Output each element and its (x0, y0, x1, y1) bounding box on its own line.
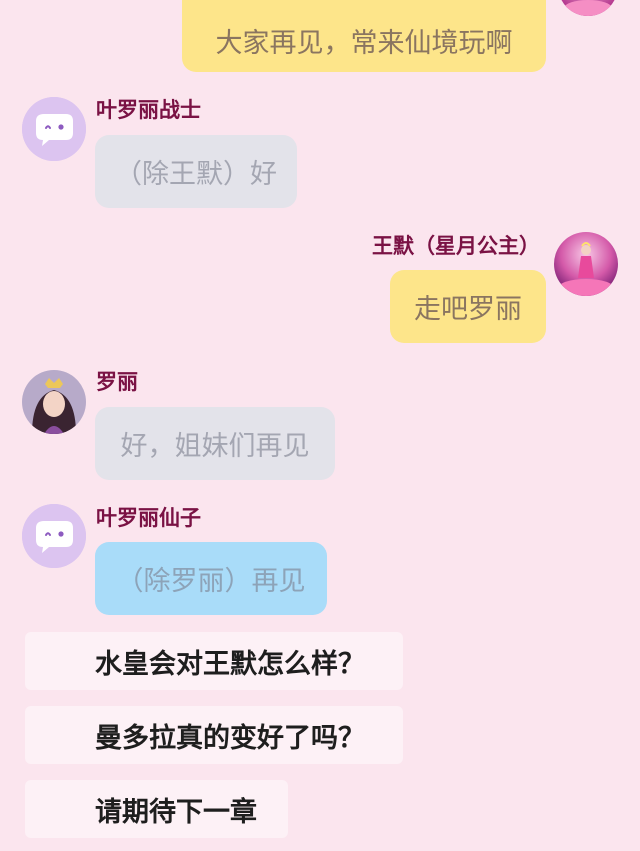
sender-name: 王默（星月公主） (372, 234, 540, 258)
message-text: （除王默）好 (115, 159, 277, 190)
avatar-yeluoli-warrior[interactable] (22, 97, 86, 161)
sender-name: 叶罗丽仙子 (96, 506, 201, 530)
message-text: 大家再见，常来仙境玩啊 (215, 27, 513, 59)
chat-bubble-wink-icon (22, 504, 86, 568)
question-card[interactable]: 请期待下一章 (25, 780, 288, 838)
sender-name: 罗丽 (96, 370, 138, 394)
message-bubble[interactable]: 走吧罗丽 (390, 270, 546, 343)
message-text: 走吧罗丽 (414, 294, 522, 325)
question-text: 请期待下一章 (95, 796, 257, 828)
avatar-luoli[interactable] (22, 370, 86, 434)
sender-name: 叶罗丽战士 (96, 98, 201, 122)
question-text: 水皇会对王默怎么样？ (95, 648, 365, 680)
message-bubble[interactable]: （除罗丽）再见 (95, 542, 327, 615)
message-bubble[interactable]: 好，姐妹们再见 (95, 407, 335, 480)
chat-bubble-wink-icon (22, 97, 86, 161)
question-text: 曼多拉真的变好了吗？ (95, 722, 365, 754)
question-card[interactable]: 曼多拉真的变好了吗？ (25, 706, 403, 764)
chat-screen: 大家再见，常来仙境玩啊 叶罗丽战士 （除王默）好 王默（星月公主） 走吧罗丽 罗… (0, 0, 640, 851)
message-bubble[interactable]: 大家再见，常来仙境玩啊 (182, 0, 546, 72)
avatar-yeluoli-fairy[interactable] (22, 504, 86, 568)
avatar-wangmo-partial[interactable] (558, 0, 618, 16)
message-text: 好，姐妹们再见 (120, 431, 310, 462)
message-text: （除罗丽）再见 (116, 566, 306, 597)
avatar-wangmo[interactable] (554, 232, 618, 296)
message-bubble[interactable]: （除王默）好 (95, 135, 297, 208)
question-card[interactable]: 水皇会对王默怎么样？ (25, 632, 403, 690)
